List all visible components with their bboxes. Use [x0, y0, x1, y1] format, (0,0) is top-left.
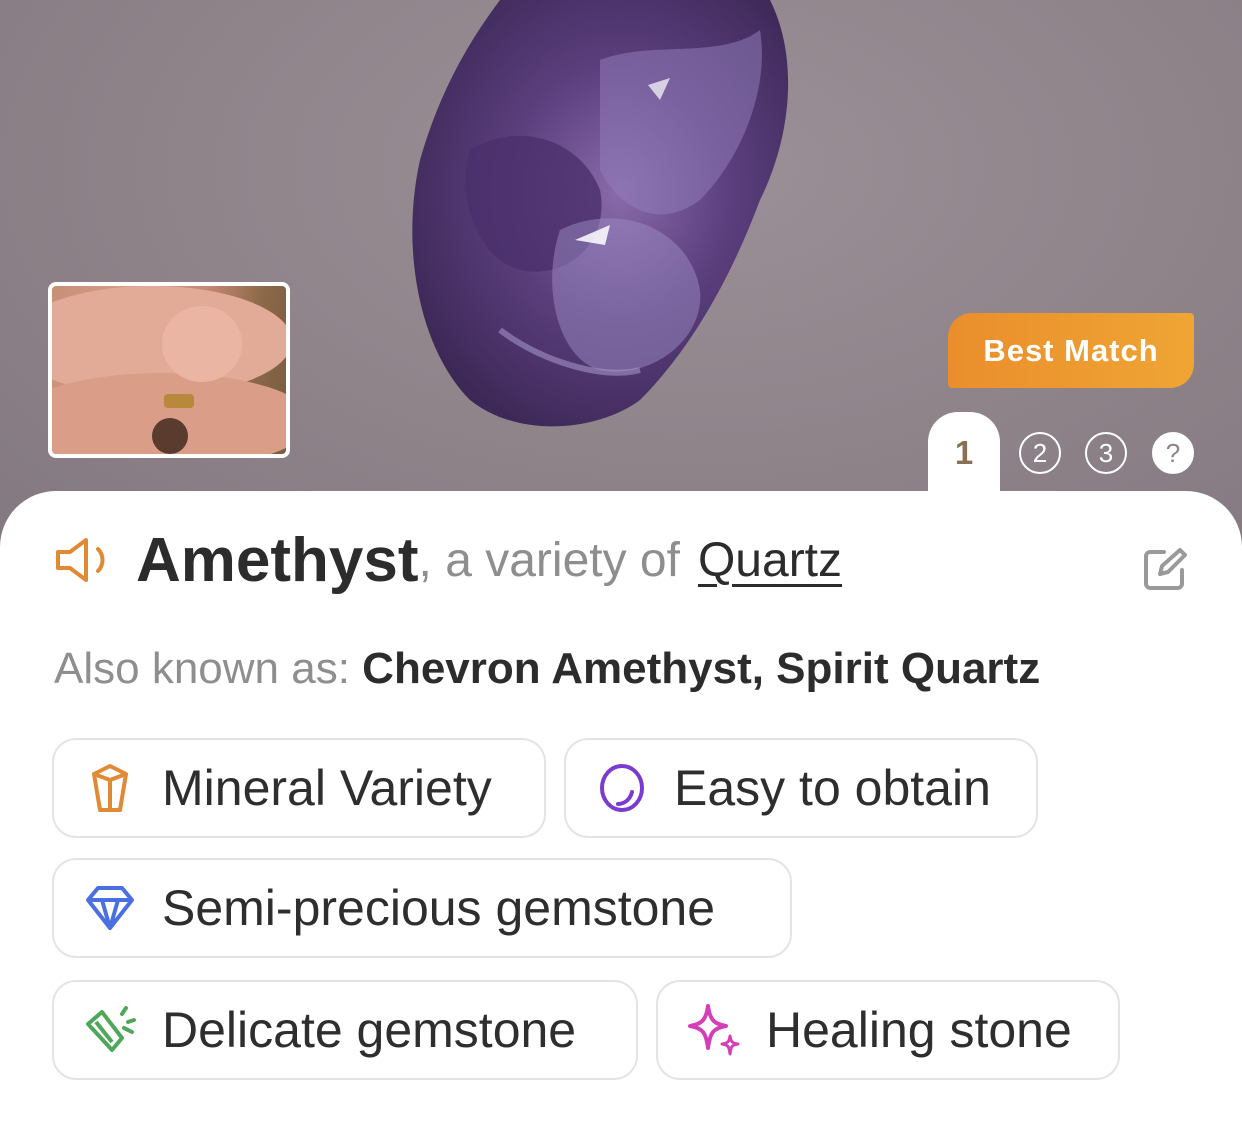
variety-connector: , a variety of [418, 533, 680, 587]
oval-stone-icon [600, 764, 644, 812]
tag-easy-to-obtain[interactable]: Easy to obtain [564, 738, 1038, 838]
tag-label: Semi-precious gemstone [162, 880, 716, 936]
also-known-as: Also known as: Chevron Amethyst, Spirit … [54, 644, 1040, 694]
mineral-name: Amethyst [136, 525, 419, 595]
result-page-3-tab[interactable]: 3 [1085, 432, 1127, 474]
tag-label: Mineral Variety [162, 760, 492, 816]
parent-mineral-link[interactable]: Quartz [698, 533, 842, 588]
sparkle-icon [688, 1004, 740, 1056]
photo-thumbnail[interactable] [48, 282, 290, 458]
also-known-as-label: Also known as: [54, 644, 350, 693]
finger-photo [52, 286, 286, 454]
help-tab[interactable]: ? [1152, 432, 1194, 474]
tag-delicate[interactable]: Delicate gemstone [52, 980, 638, 1080]
best-match-badge: Best Match [948, 313, 1194, 388]
tag-semi-precious[interactable]: Semi-precious gemstone [52, 858, 792, 958]
speaker-icon[interactable] [54, 535, 122, 585]
tag-label: Healing stone [766, 1002, 1072, 1058]
crystal-icon [92, 764, 128, 812]
result-pager: 1 2 3 ? [928, 412, 1218, 502]
broken-crystal-icon [86, 1006, 136, 1052]
diamond-icon [86, 886, 134, 930]
also-known-as-values: Chevron Amethyst, Spirit Quartz [362, 644, 1041, 693]
tag-healing-stone[interactable]: Healing stone [656, 980, 1120, 1080]
result-page-1-tab[interactable]: 1 [928, 412, 1000, 502]
tag-mineral-variety[interactable]: Mineral Variety [52, 738, 546, 838]
edit-icon[interactable] [1142, 546, 1188, 592]
hero-photo: Best Match 1 2 3 ? [0, 0, 1242, 560]
result-page-2-tab[interactable]: 2 [1019, 432, 1061, 474]
result-title-row: Amethyst , a variety of Quartz [54, 524, 842, 596]
tag-label: Delicate gemstone [162, 1002, 577, 1058]
tag-label: Easy to obtain [674, 760, 991, 816]
